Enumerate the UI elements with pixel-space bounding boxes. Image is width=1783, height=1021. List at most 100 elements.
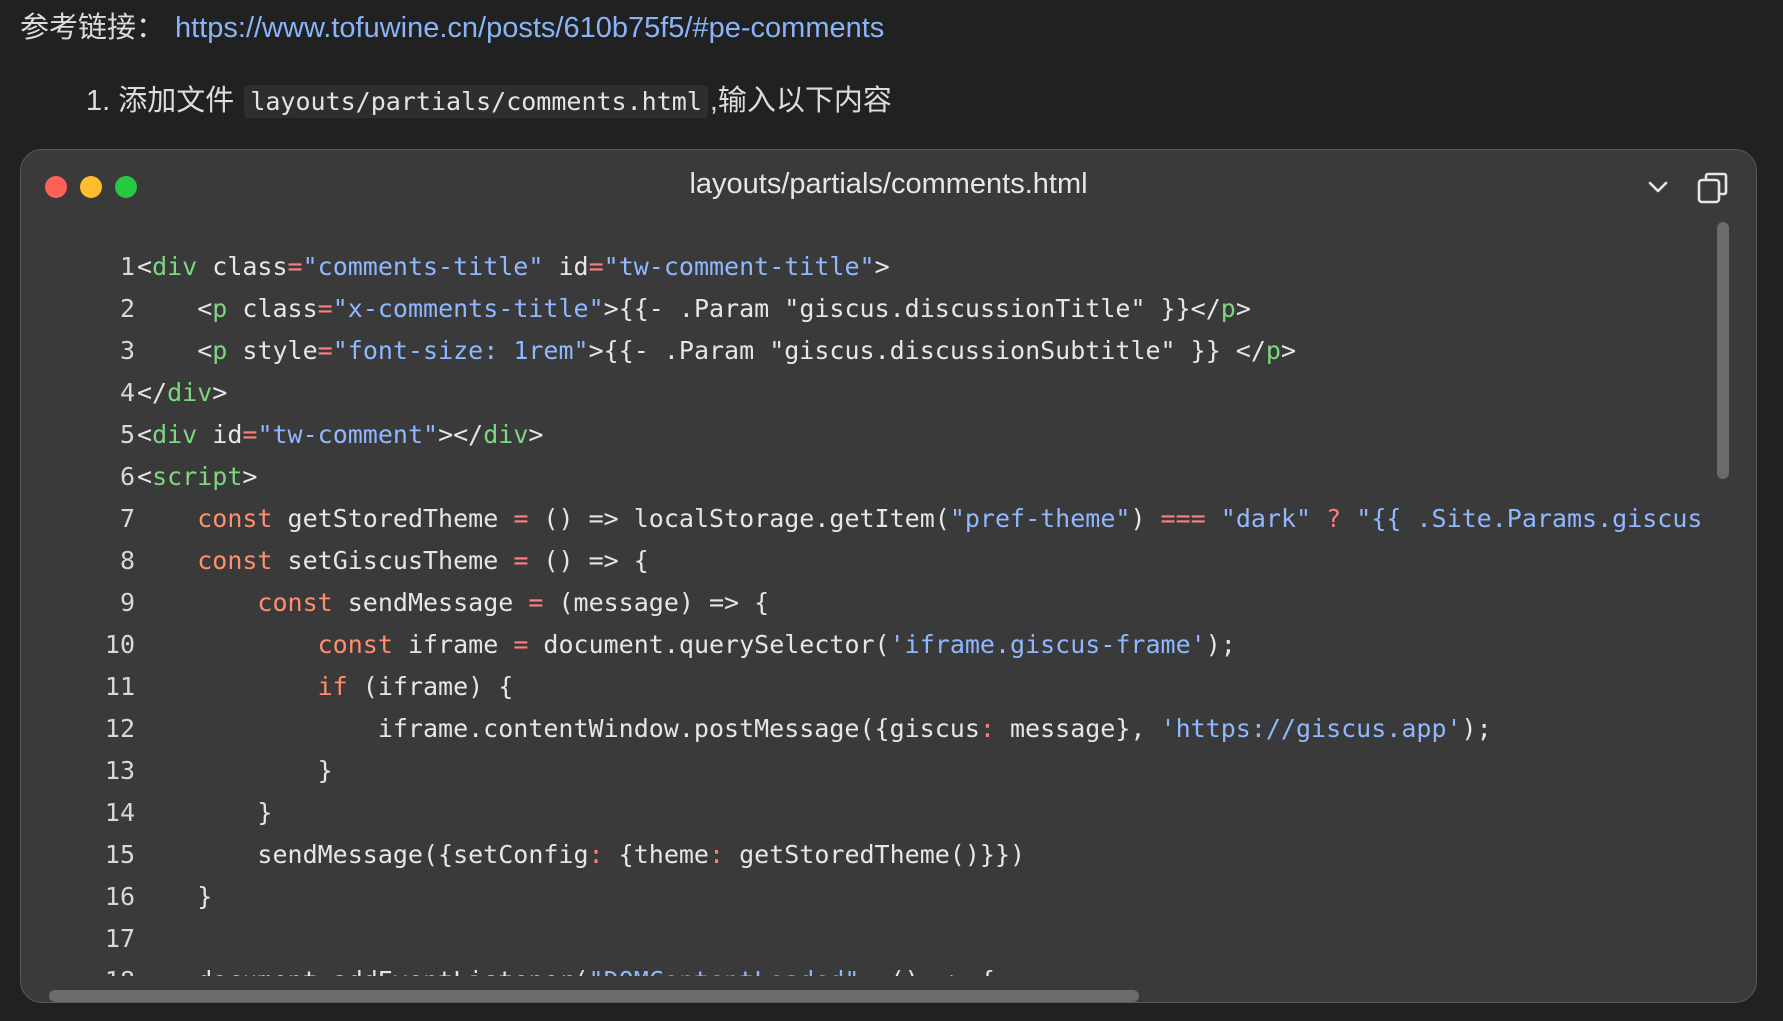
code-token: > [1235, 294, 1251, 323]
code-line: 1 <div class="comments-title" id="tw-comm… [21, 246, 1719, 288]
code-token: ? [1326, 504, 1342, 533]
code-token: p [1220, 294, 1236, 323]
code-token: = [513, 546, 529, 575]
code-token: style [227, 336, 318, 365]
code-token: "pref-theme" [949, 504, 1131, 533]
code-line: 12 iframe.contentWindow.postMessage({gis… [21, 708, 1719, 750]
code-token: document.addEventListener( [137, 966, 588, 976]
code-line-text: const iframe = document.querySelector('i… [137, 624, 1236, 666]
code-token: = [513, 630, 529, 659]
code-token: < [197, 294, 213, 323]
code-token: = [317, 336, 333, 365]
code-token: p [212, 336, 228, 365]
code-line: 7 const getStoredTheme = () => localStor… [21, 498, 1719, 540]
code-token: } [137, 798, 273, 827]
code-token: iframe.contentWindow.postMessage({giscus [137, 714, 980, 743]
code-token: div [483, 420, 529, 449]
code-line-text: <p class="x-comments-title">{{- .Param "… [137, 288, 1251, 330]
code-line: 2 <p class="x-comments-title">{{- .Param… [21, 288, 1719, 330]
code-token: > [212, 378, 228, 407]
code-line: 16 } [21, 876, 1719, 918]
code-token: const [197, 504, 273, 533]
code-token: class [227, 294, 318, 323]
line-number: 11 [104, 672, 135, 701]
line-number: 4 [119, 378, 135, 407]
code-token: ); [1205, 630, 1236, 659]
code-token: "font-size: 1rem" [332, 336, 589, 365]
code-token: {theme [603, 840, 709, 869]
step-number: 1. [86, 85, 111, 117]
inline-code-filename: layouts/partials/comments.html [244, 85, 708, 118]
code-token: "tw-comment" [257, 420, 439, 449]
code-line: 18 document.addEventListener("DOMContent… [21, 960, 1719, 976]
code-token: "tw-comment-title" [603, 252, 875, 281]
copy-icon[interactable] [1695, 170, 1731, 206]
line-number: 16 [104, 882, 135, 911]
code-token: "DOMContentLoaded" [589, 966, 860, 976]
line-number: 15 [104, 840, 135, 869]
line-number: 17 [104, 924, 135, 953]
code-token: div [152, 252, 198, 281]
code-token: : [979, 714, 995, 743]
code-token: </ [137, 378, 168, 407]
line-number: 14 [104, 798, 135, 827]
code-token: 'iframe.giscus-frame' [889, 630, 1206, 659]
code-line-text: } [137, 876, 212, 918]
code-token: if [317, 672, 348, 701]
code-line-text: iframe.contentWindow.postMessage({giscus… [137, 708, 1492, 750]
code-token: : [708, 840, 725, 869]
chevron-down-icon[interactable] [1641, 170, 1675, 204]
code-token: < [197, 336, 213, 365]
step-item: 1. 添加文件 layouts/partials/comments.html ,输… [86, 80, 892, 123]
code-token: < [137, 252, 153, 281]
code-token: getStoredTheme [272, 504, 514, 533]
code-token: (message) => { [543, 588, 770, 617]
reference-line: 参考链接： https://www.tofuwine.cn/posts/610b7… [20, 8, 884, 48]
code-token: id [197, 420, 243, 449]
code-token: >{{- .Param "giscus.discussionTitle" }}<… [603, 294, 1221, 323]
code-token: < [137, 420, 153, 449]
code-token: document.querySelector( [528, 630, 890, 659]
code-token: } [137, 756, 333, 785]
code-token: : [588, 840, 604, 869]
code-token: === [1160, 504, 1206, 533]
code-line-text: sendMessage({setConfig: {theme: getStore… [137, 834, 1025, 876]
horizontal-scrollbar[interactable] [49, 990, 1139, 1002]
step-prefix: 添加文件 [118, 85, 235, 117]
code-token: } [137, 882, 213, 911]
line-number: 18 [61, 960, 135, 976]
code-token: p [212, 294, 228, 323]
code-token: message}, [994, 714, 1161, 743]
code-token: p [1265, 336, 1281, 365]
code-line-text: if (iframe) { [137, 666, 514, 708]
code-token: = [287, 252, 303, 281]
code-content[interactable]: 1 <div class="comments-title" id="tw-comm… [21, 246, 1719, 976]
code-token: setGiscusTheme [272, 546, 514, 575]
code-block: layouts/partials/comments.html 1 <div cla… [20, 149, 1757, 1003]
code-token: > [1280, 336, 1297, 365]
code-token: "dark" [1220, 504, 1312, 533]
code-line-text: const setGiscusTheme = () => { [137, 540, 649, 582]
code-line-text: document.addEventListener("DOMContentLoa… [137, 960, 995, 976]
code-token: >{{- .Param "giscus.discussionSubtitle" … [588, 336, 1266, 365]
line-number: 9 [119, 588, 135, 617]
reference-link[interactable]: https://www.tofuwine.cn/posts/610b75f5/#… [175, 12, 884, 44]
code-token: const [197, 546, 273, 575]
vertical-scrollbar[interactable] [1717, 222, 1729, 479]
code-token: sendMessage({setConfig [137, 840, 589, 869]
code-line-text: const getStoredTheme = () => localStorag… [137, 498, 1702, 540]
code-token: > [242, 462, 258, 491]
code-line: 8 const setGiscusTheme = () => { [21, 540, 1719, 582]
code-token: () => localStorage.getItem( [528, 504, 950, 533]
code-token: const [317, 630, 393, 659]
code-token: , () => { [859, 966, 994, 976]
code-block-titlebar: layouts/partials/comments.html [21, 150, 1756, 222]
code-line: 14 } [21, 792, 1719, 834]
